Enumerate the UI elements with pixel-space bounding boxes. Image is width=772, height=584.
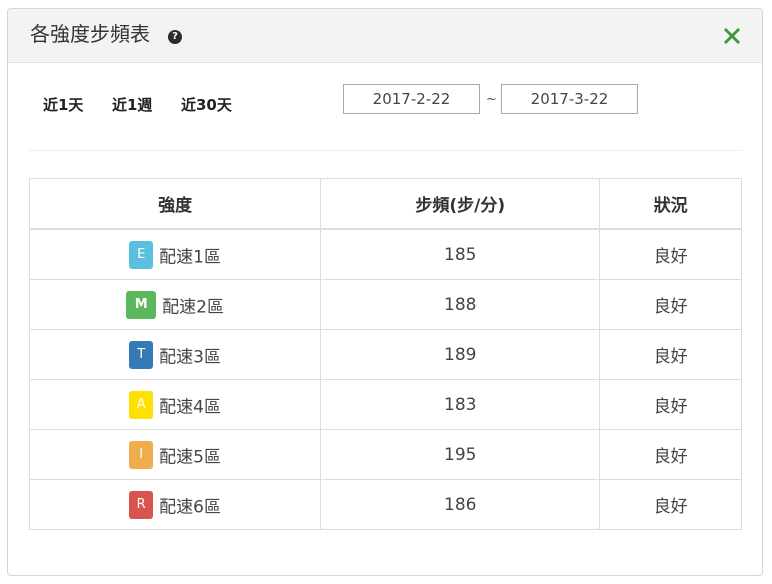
- date-separator: ~: [486, 92, 497, 107]
- range-link-30-days[interactable]: 近30天: [181, 94, 232, 115]
- divider: [28, 150, 742, 151]
- cadence-cell: 186: [320, 479, 601, 530]
- cadence-table: 強度 步頻(步/分) 狀況 E 配速1區 185 良好 M 配速2區 188 良好 T 配速3區 1…: [28, 178, 742, 530]
- help-icon[interactable]: ?: [168, 30, 182, 44]
- table-row: E 配速1區 185 良好: [28, 228, 742, 280]
- intensity-cell: M 配速2區: [28, 279, 322, 330]
- cadence-cell: 189: [320, 329, 601, 380]
- status-cell: 良好: [599, 228, 742, 280]
- zone-badge: R: [129, 490, 154, 519]
- range-link-1-day[interactable]: 近1天: [43, 94, 83, 115]
- close-icon[interactable]: [721, 25, 743, 47]
- header-intensity: 強度: [28, 178, 322, 230]
- zone-label: 配速5區: [159, 447, 221, 467]
- header-cadence: 步頻(步/分): [320, 178, 601, 230]
- range-link-1-week[interactable]: 近1週: [112, 94, 152, 115]
- close-x-shape: [724, 28, 740, 44]
- table-row: A 配速4區 183 良好: [28, 379, 742, 430]
- status-cell: 良好: [599, 379, 742, 430]
- zone-label: 配速3區: [159, 347, 221, 367]
- status-cell: 良好: [599, 329, 742, 380]
- intensity-cell: R 配速6區: [28, 479, 322, 530]
- zone-badge: I: [129, 440, 154, 469]
- intensity-cell: T 配速3區: [28, 329, 322, 380]
- header-status: 狀況: [599, 178, 742, 230]
- zone-label: 配速1區: [159, 247, 221, 267]
- table-header-row: 強度 步頻(步/分) 狀況: [28, 178, 742, 230]
- zone-badge: M: [126, 290, 157, 319]
- end-date-input[interactable]: [501, 84, 638, 114]
- intensity-cell: I 配速5區: [28, 429, 322, 480]
- zone-label: 配速2區: [162, 297, 224, 317]
- cadence-cell: 188: [320, 279, 601, 330]
- table-row: R 配速6區 186 良好: [28, 479, 742, 530]
- zone-label: 配速6區: [159, 497, 221, 517]
- cadence-cell: 183: [320, 379, 601, 430]
- zone-badge: E: [129, 240, 154, 269]
- table-row: M 配速2區 188 良好: [28, 279, 742, 330]
- status-cell: 良好: [599, 279, 742, 330]
- cadence-modal: 各強度步頻表 ? 近1天 近1週 近30天 ~ 強度 步頻(步/分) 狀況 E配…: [7, 8, 763, 576]
- status-cell: 良好: [599, 479, 742, 530]
- start-date-input[interactable]: [343, 84, 480, 114]
- zone-badge: T: [129, 340, 154, 369]
- table-row: I 配速5區 195 良好: [28, 429, 742, 480]
- table-row: T 配速3區 189 良好: [28, 329, 742, 380]
- intensity-cell: A 配速4區: [28, 379, 322, 430]
- zone-label: 配速4區: [159, 397, 221, 417]
- table-body: E 配速1區 185 良好 M 配速2區 188 良好 T 配速3區 189 良好 A 配速4區 183 良好…: [28, 228, 742, 530]
- modal-title: 各強度步頻表: [30, 22, 150, 46]
- status-cell: 良好: [599, 429, 742, 480]
- cadence-cell: 195: [320, 429, 601, 480]
- cadence-cell: 185: [320, 228, 601, 280]
- intensity-cell: E 配速1區: [28, 228, 322, 280]
- zone-badge: A: [129, 390, 154, 419]
- modal-header: 各強度步頻表 ?: [8, 9, 762, 63]
